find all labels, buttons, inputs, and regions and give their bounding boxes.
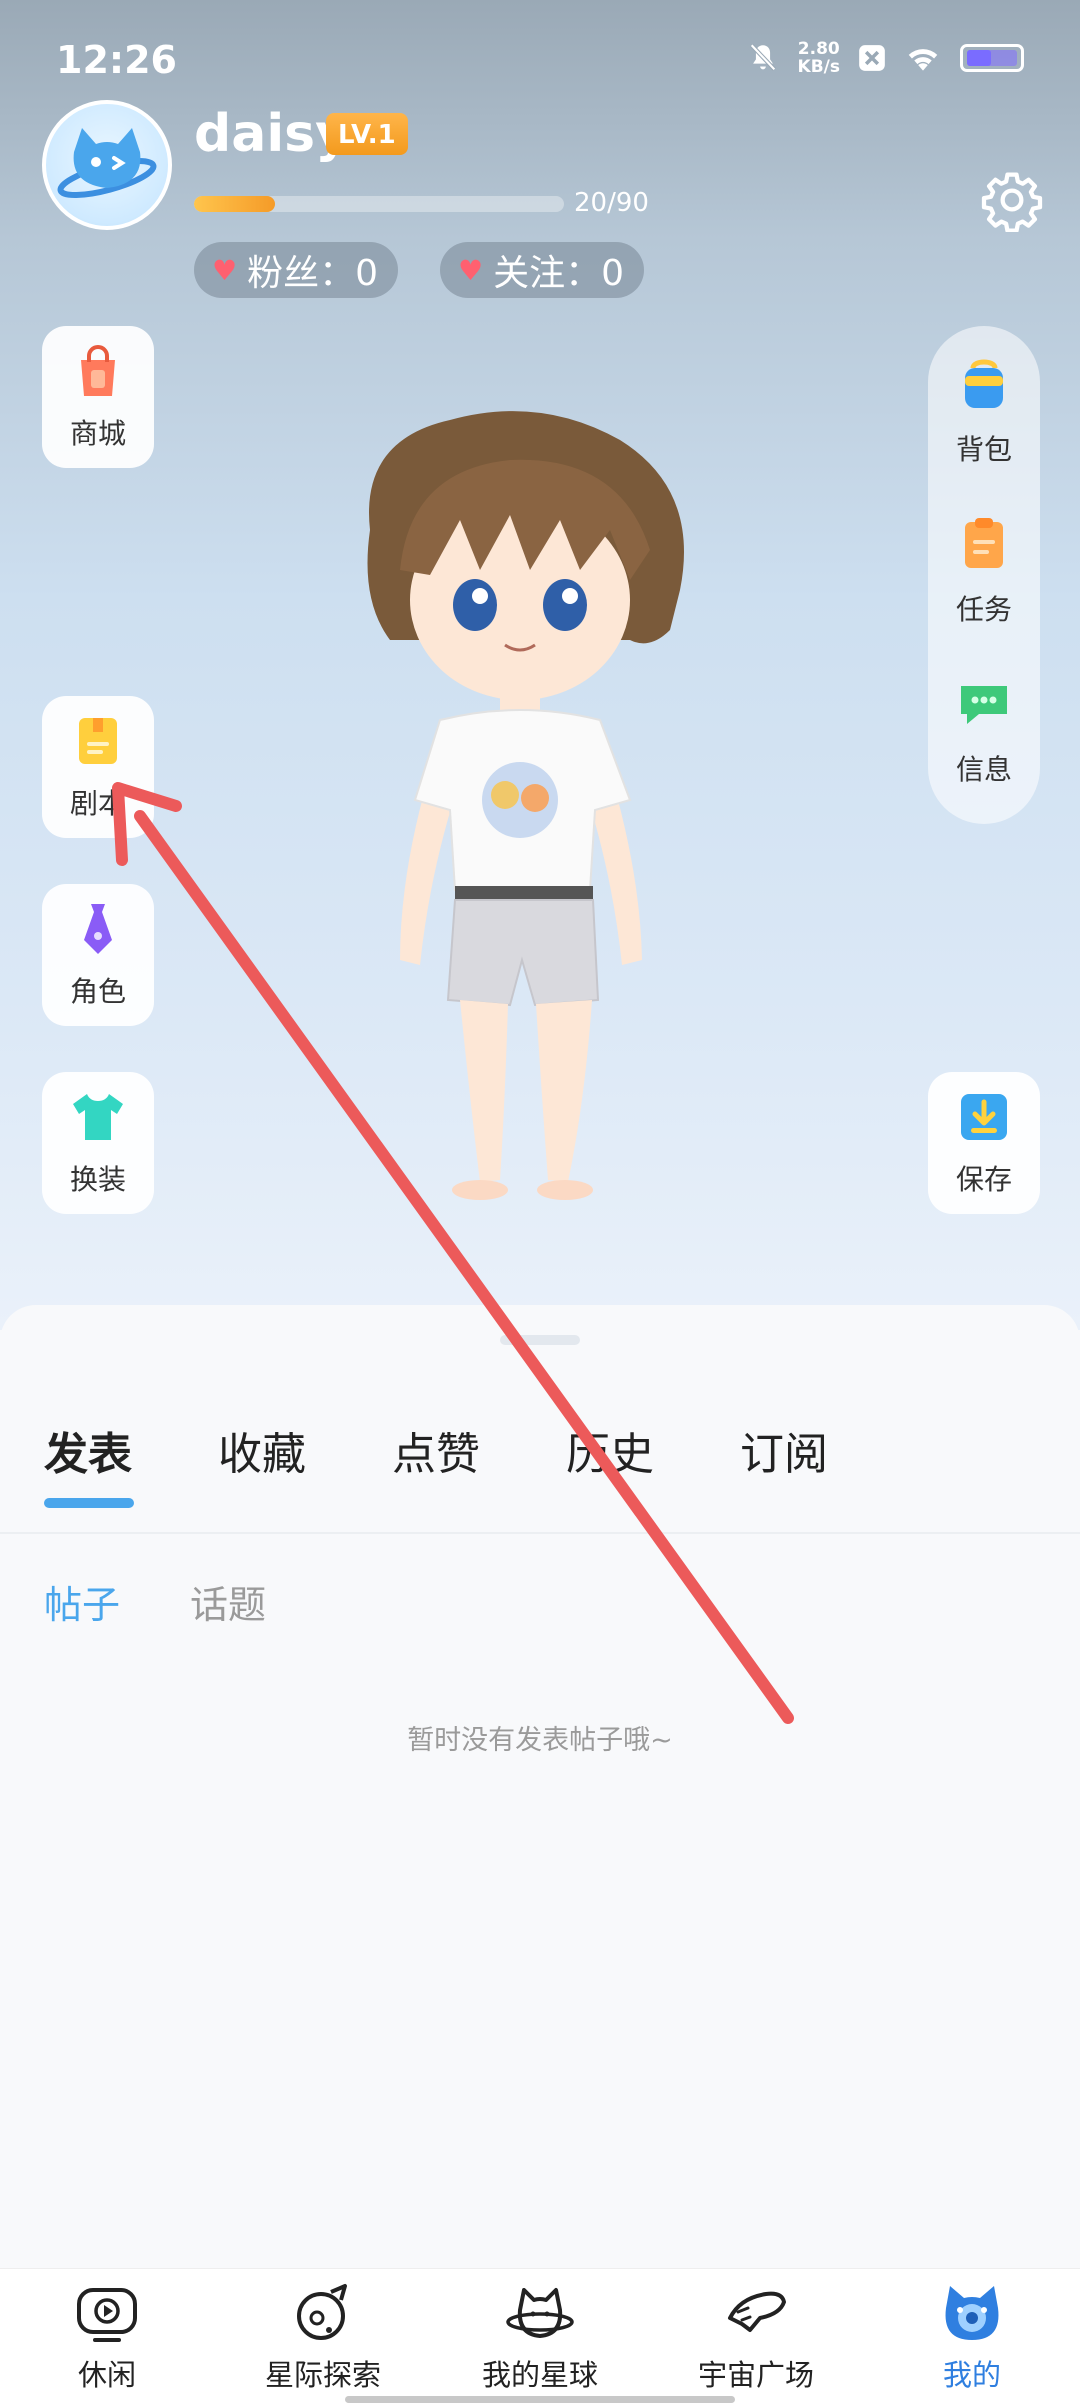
dressup-button[interactable]: 换装 <box>42 1072 154 1214</box>
fans-count-pill[interactable]: ♥ 粉丝：0 <box>194 242 399 298</box>
tabs-divider <box>0 1532 1080 1534</box>
tab-posts[interactable]: 发表 <box>44 1418 132 1482</box>
cat-planet-icon <box>506 2288 574 2338</box>
tab-subscriptions[interactable]: 订阅 <box>740 1418 828 1482</box>
battery-icon <box>960 44 1024 72</box>
content-tabs: 发表 收藏 点赞 历史 订阅 <box>0 1418 1080 1498</box>
nav-explore-label: 星际探索 <box>264 2358 381 2392</box>
clipboard-icon <box>965 518 1003 568</box>
nav-leisure-label: 休闲 <box>77 2358 136 2392</box>
heart-icon: ♥ <box>458 253 484 287</box>
xp-text: 20/90 <box>574 188 649 218</box>
network-speed-value: 2.80 <box>797 39 840 59</box>
nav-universe-square-label: 宇宙广场 <box>697 2358 814 2392</box>
shop-label: 商城 <box>69 417 126 450</box>
tie-icon <box>84 904 112 954</box>
notebook-icon <box>79 718 117 764</box>
nav-me[interactable]: 我的 <box>872 2280 1072 2394</box>
role-button[interactable]: 角色 <box>42 884 154 1026</box>
tab-likes[interactable]: 点赞 <box>392 1418 480 1482</box>
cat-profile-icon <box>945 2286 999 2340</box>
nav-my-planet[interactable]: 我的星球 <box>440 2280 640 2394</box>
backpack-label: 背包 <box>955 433 1012 466</box>
script-button[interactable]: 剧本 <box>42 696 154 838</box>
nav-me-label: 我的 <box>942 2358 1001 2392</box>
xp-progress-fill <box>194 196 276 212</box>
tv-play-icon <box>77 2288 137 2342</box>
subtab-topics[interactable]: 话题 <box>190 1574 266 1629</box>
download-icon <box>961 1094 1007 1140</box>
tasks-button[interactable]: 任务 <box>928 512 1040 628</box>
character-avatar[interactable] <box>330 400 730 1230</box>
heart-icon: ♥ <box>212 253 238 287</box>
network-speed: 2.80 KB/s <box>798 40 840 76</box>
close-box-icon <box>859 45 885 71</box>
nav-universe-square[interactable]: 宇宙广场 <box>656 2280 856 2394</box>
status-bar: 12:26 2.80 KB/s <box>0 0 1080 120</box>
level-badge: LV.1 <box>326 113 408 155</box>
status-time: 12:26 <box>56 38 177 82</box>
status-icons: 2.80 KB/s <box>746 40 1024 76</box>
role-label: 角色 <box>69 975 126 1008</box>
planet-explore-icon <box>297 2284 347 2340</box>
script-label: 剧本 <box>69 787 126 820</box>
xp-progress-bar <box>194 196 564 212</box>
nav-my-planet-label: 我的星球 <box>481 2358 598 2392</box>
messages-label: 信息 <box>955 753 1012 786</box>
backpack-button[interactable]: 背包 <box>928 352 1040 468</box>
network-speed-unit: KB/s <box>797 57 840 77</box>
cat-planet-avatar-icon <box>57 128 157 198</box>
subtab-posts[interactable]: 帖子 <box>44 1574 120 1629</box>
save-button[interactable]: 保存 <box>928 1072 1040 1214</box>
nav-explore[interactable]: 星际探索 <box>223 2280 423 2394</box>
tasks-label: 任务 <box>955 593 1012 626</box>
tshirt-icon <box>73 1094 123 1140</box>
empty-state-message: 暂时没有发表帖子哦~ <box>407 1725 673 1756</box>
chat-bubble-icon <box>961 686 1007 724</box>
fans-count: 粉丝：0 <box>247 253 379 294</box>
sheet-drag-handle[interactable] <box>500 1335 580 1345</box>
tab-history[interactable]: 历史 <box>566 1418 654 1482</box>
gear-icon[interactable] <box>980 168 1044 232</box>
avatar[interactable] <box>42 100 172 230</box>
dressup-label: 换装 <box>69 1163 126 1196</box>
shopping-bag-icon <box>81 345 115 396</box>
following-count: 关注：0 <box>493 253 625 294</box>
save-label: 保存 <box>955 1163 1012 1196</box>
messages-button[interactable]: 信息 <box>928 672 1040 788</box>
following-count-pill[interactable]: ♥ 关注：0 <box>440 242 645 298</box>
shop-button[interactable]: 商城 <box>42 326 154 468</box>
rocket-hand-icon <box>728 2291 786 2332</box>
nav-leisure[interactable]: 休闲 <box>7 2280 207 2394</box>
active-tab-indicator <box>44 1498 134 1508</box>
bell-muted-icon <box>749 43 776 71</box>
gesture-bar <box>345 2396 735 2403</box>
tab-favorites[interactable]: 收藏 <box>218 1418 306 1482</box>
backpack-icon <box>965 359 1003 408</box>
wifi-icon <box>908 49 938 71</box>
